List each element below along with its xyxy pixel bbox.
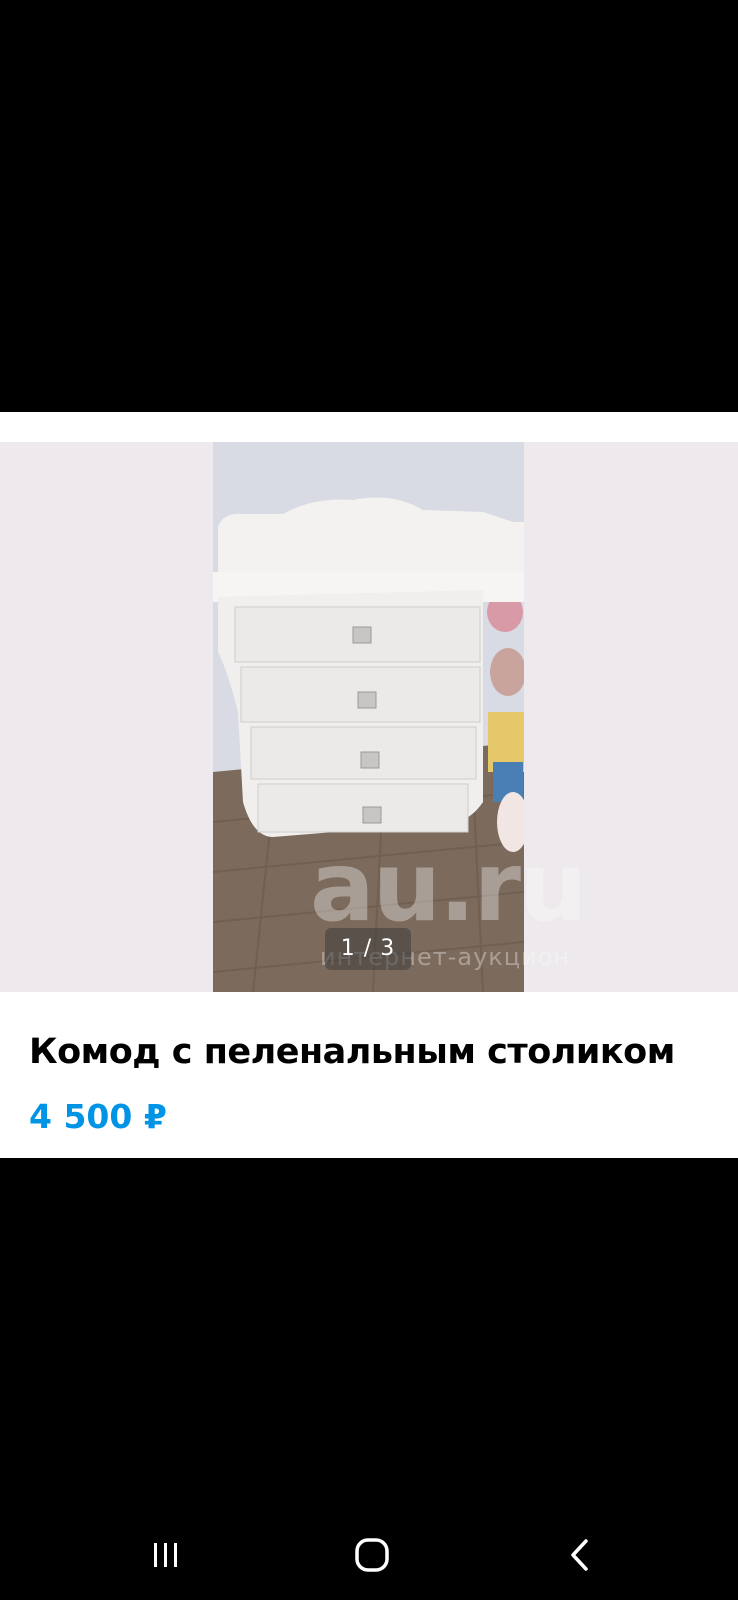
home-icon (355, 1538, 389, 1572)
home-button[interactable] (342, 1530, 402, 1580)
image-counter: 1 / 3 (325, 928, 411, 970)
back-button[interactable] (550, 1530, 610, 1580)
recents-icon (154, 1543, 177, 1567)
back-icon (571, 1539, 588, 1571)
recents-button[interactable] (136, 1530, 196, 1580)
screen: au.ru интернет-аукцион 1 / 3 Комод с пел… (0, 0, 738, 1600)
listing-title: Комод с пеленальным столиком (29, 1032, 675, 1072)
listing-card[interactable]: au.ru интернет-аукцион 1 / 3 Комод с пел… (0, 412, 738, 1158)
listing-price: 4 500 ₽ (29, 1097, 167, 1136)
system-navigation-bar (0, 1520, 738, 1600)
listing-photo[interactable] (213, 442, 524, 992)
image-gallery[interactable]: au.ru интернет-аукцион 1 / 3 (0, 442, 738, 992)
